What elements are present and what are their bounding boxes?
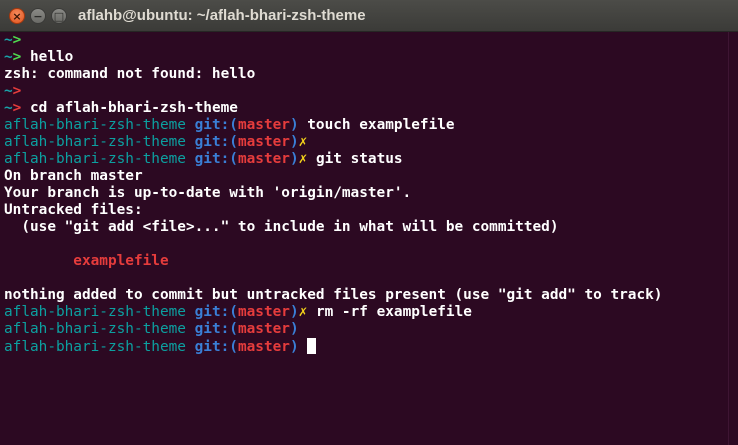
terminal-window: × − □ aflahb@ubuntu: ~/aflah-bhari-zsh-t…: [0, 0, 738, 445]
terminal-line: aflah-bhari-zsh-theme git:(master): [4, 338, 728, 355]
dirty-mark-icon: ✗: [298, 151, 308, 167]
prompt-close-paren: ): [289, 134, 299, 150]
prompt-directory: aflah-bhari-zsh-theme: [4, 304, 186, 320]
prompt-directory: aflah-bhari-zsh-theme: [4, 117, 186, 133]
prompt-branch: master: [237, 151, 290, 167]
prompt-git-label: git:(: [194, 304, 238, 320]
prompt-branch: master: [237, 117, 290, 133]
close-button[interactable]: ×: [9, 8, 25, 24]
command-text: [299, 339, 308, 355]
terminal-line: ~>: [4, 32, 728, 49]
terminal-line: aflah-bhari-zsh-theme git:(master)✗ rm -…: [4, 304, 728, 321]
terminal-line: examplefile: [4, 253, 728, 270]
prompt-git-label: git:(: [194, 321, 238, 337]
prompt-tilde: ~: [4, 49, 13, 65]
terminal-line: Your branch is up-to-date with 'origin/m…: [4, 185, 728, 202]
prompt-close-paren: ): [289, 321, 299, 337]
untracked-file: examplefile: [4, 253, 169, 269]
terminal-output[interactable]: ~> ~> hello zsh: command not found: hello ~…: [0, 32, 728, 445]
prompt-close-paren: ): [289, 304, 299, 320]
terminal-line: aflah-bhari-zsh-theme git:(master): [4, 321, 728, 338]
minimize-button[interactable]: −: [30, 8, 46, 24]
dirty-mark-icon: ✗: [298, 134, 308, 150]
output-text: Your branch is up-to-date with 'origin/m…: [4, 185, 412, 201]
command-text: cd aflah-bhari-zsh-theme: [21, 100, 238, 116]
terminal-line: aflah-bhari-zsh-theme git:(master)✗: [4, 134, 728, 151]
terminal-line: (use "git add <file>..." to include in w…: [4, 219, 728, 236]
output-text: nothing added to commit but untracked fi…: [4, 287, 663, 303]
prompt-close-paren: ): [289, 117, 299, 133]
scrollbar[interactable]: [728, 32, 738, 445]
prompt-directory: aflah-bhari-zsh-theme: [4, 134, 186, 150]
prompt-arrow: >: [12, 83, 22, 99]
prompt-directory: aflah-bhari-zsh-theme: [4, 151, 186, 167]
prompt-branch: master: [237, 321, 290, 337]
prompt-git-label: git:(: [194, 151, 238, 167]
prompt-close-paren: ): [289, 151, 299, 167]
prompt-tilde: ~: [4, 32, 13, 48]
terminal-line: Untracked files:: [4, 202, 728, 219]
maximize-button[interactable]: □: [51, 8, 67, 24]
output-text: On branch master: [4, 168, 143, 184]
prompt-git-label: git:(: [194, 134, 238, 150]
command-text: hello: [21, 49, 74, 65]
prompt-directory: aflah-bhari-zsh-theme: [4, 321, 186, 337]
dirty-mark-icon: ✗: [298, 304, 308, 320]
prompt-branch: master: [237, 134, 290, 150]
terminal-line: On branch master: [4, 168, 728, 185]
prompt-tilde: ~: [4, 83, 13, 99]
prompt-branch: master: [237, 339, 290, 355]
terminal-line: ~>: [4, 83, 728, 100]
terminal-line: aflah-bhari-zsh-theme git:(master) touch…: [4, 117, 728, 134]
text-cursor: [307, 338, 317, 354]
terminal-line: zsh: command not found: hello: [4, 66, 728, 83]
title-bar[interactable]: × − □ aflahb@ubuntu: ~/aflah-bhari-zsh-t…: [0, 0, 738, 32]
command-text: touch examplefile: [298, 117, 455, 133]
prompt-directory: aflah-bhari-zsh-theme: [4, 339, 186, 355]
prompt-git-label: git:(: [194, 339, 238, 355]
output-text: zsh: command not found: hello: [4, 66, 256, 82]
output-text: Untracked files:: [4, 202, 143, 218]
window-title: aflahb@ubuntu: ~/aflah-bhari-zsh-theme: [78, 7, 366, 24]
command-text: rm -rf examplefile: [307, 304, 472, 320]
prompt-git-label: git:(: [194, 117, 238, 133]
terminal-line: ~> hello: [4, 49, 728, 66]
terminal-line: ~> cd aflah-bhari-zsh-theme: [4, 100, 728, 117]
prompt-tilde: ~: [4, 100, 13, 116]
prompt-arrow: >: [12, 32, 22, 48]
prompt-close-paren: ): [289, 339, 299, 355]
command-text: git status: [307, 151, 403, 167]
terminal-line: aflah-bhari-zsh-theme git:(master)✗ git …: [4, 151, 728, 168]
terminal-line: nothing added to commit but untracked fi…: [4, 287, 728, 304]
output-text: (use "git add <file>..." to include in w…: [4, 219, 559, 235]
prompt-branch: master: [237, 304, 290, 320]
